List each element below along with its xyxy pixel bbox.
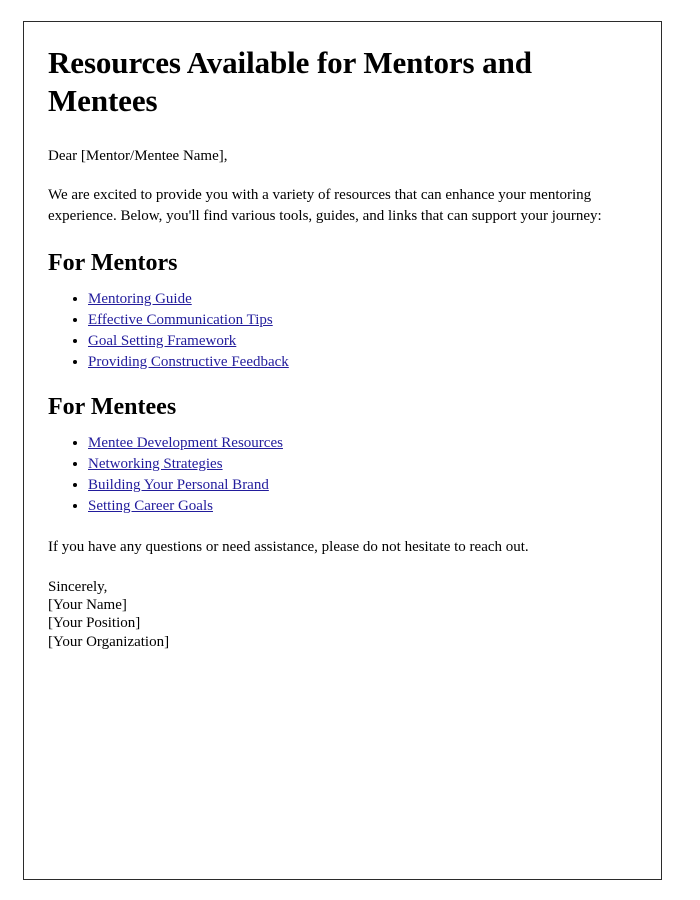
list-item: Mentee Development Resources bbox=[88, 434, 636, 452]
link-building-your-personal-brand[interactable]: Building Your Personal Brand bbox=[88, 477, 269, 493]
list-item: Goal Setting Framework bbox=[88, 332, 636, 350]
link-mentoring-guide[interactable]: Mentoring Guide bbox=[88, 291, 192, 307]
list-item: Effective Communication Tips bbox=[88, 311, 636, 329]
link-mentee-development-resources[interactable]: Mentee Development Resources bbox=[88, 435, 283, 451]
signature-name: [Your Name] bbox=[48, 596, 127, 613]
intro-paragraph: We are excited to provide you with a var… bbox=[48, 186, 602, 224]
signature-closing: Sincerely, bbox=[48, 578, 108, 595]
salutation-text: Dear [Mentor/Mentee Name], bbox=[48, 148, 228, 165]
signature-block: Sincerely, [Your Name] [Your Position] [… bbox=[48, 578, 636, 651]
section-heading-for-mentees: For Mentees bbox=[48, 393, 177, 420]
list-item: Setting Career Goals bbox=[88, 497, 636, 515]
mentor-resource-list: Mentoring Guide Effective Communication … bbox=[48, 290, 636, 371]
closing-paragraph: If you have any questions or need assist… bbox=[48, 538, 529, 555]
link-networking-strategies[interactable]: Networking Strategies bbox=[88, 456, 223, 472]
list-item: Networking Strategies bbox=[88, 455, 636, 473]
list-item: Building Your Personal Brand bbox=[88, 476, 636, 494]
link-goal-setting-framework[interactable]: Goal Setting Framework bbox=[88, 333, 236, 349]
document-content: Resources Available for Mentors and Ment… bbox=[48, 44, 636, 651]
link-setting-career-goals[interactable]: Setting Career Goals bbox=[88, 498, 213, 514]
list-item: Providing Constructive Feedback bbox=[88, 353, 636, 371]
document-page: Resources Available for Mentors and Ment… bbox=[23, 21, 662, 880]
page-title: Resources Available for Mentors and Ment… bbox=[48, 45, 532, 119]
mentee-resource-list: Mentee Development Resources Networking … bbox=[48, 434, 636, 515]
signature-organization: [Your Organization] bbox=[48, 633, 170, 650]
list-item: Mentoring Guide bbox=[88, 290, 636, 308]
link-effective-communication-tips[interactable]: Effective Communication Tips bbox=[88, 312, 273, 328]
section-heading-for-mentors: For Mentors bbox=[48, 250, 178, 277]
signature-position: [Your Position] bbox=[48, 615, 141, 632]
link-providing-constructive-feedback[interactable]: Providing Constructive Feedback bbox=[88, 354, 289, 370]
